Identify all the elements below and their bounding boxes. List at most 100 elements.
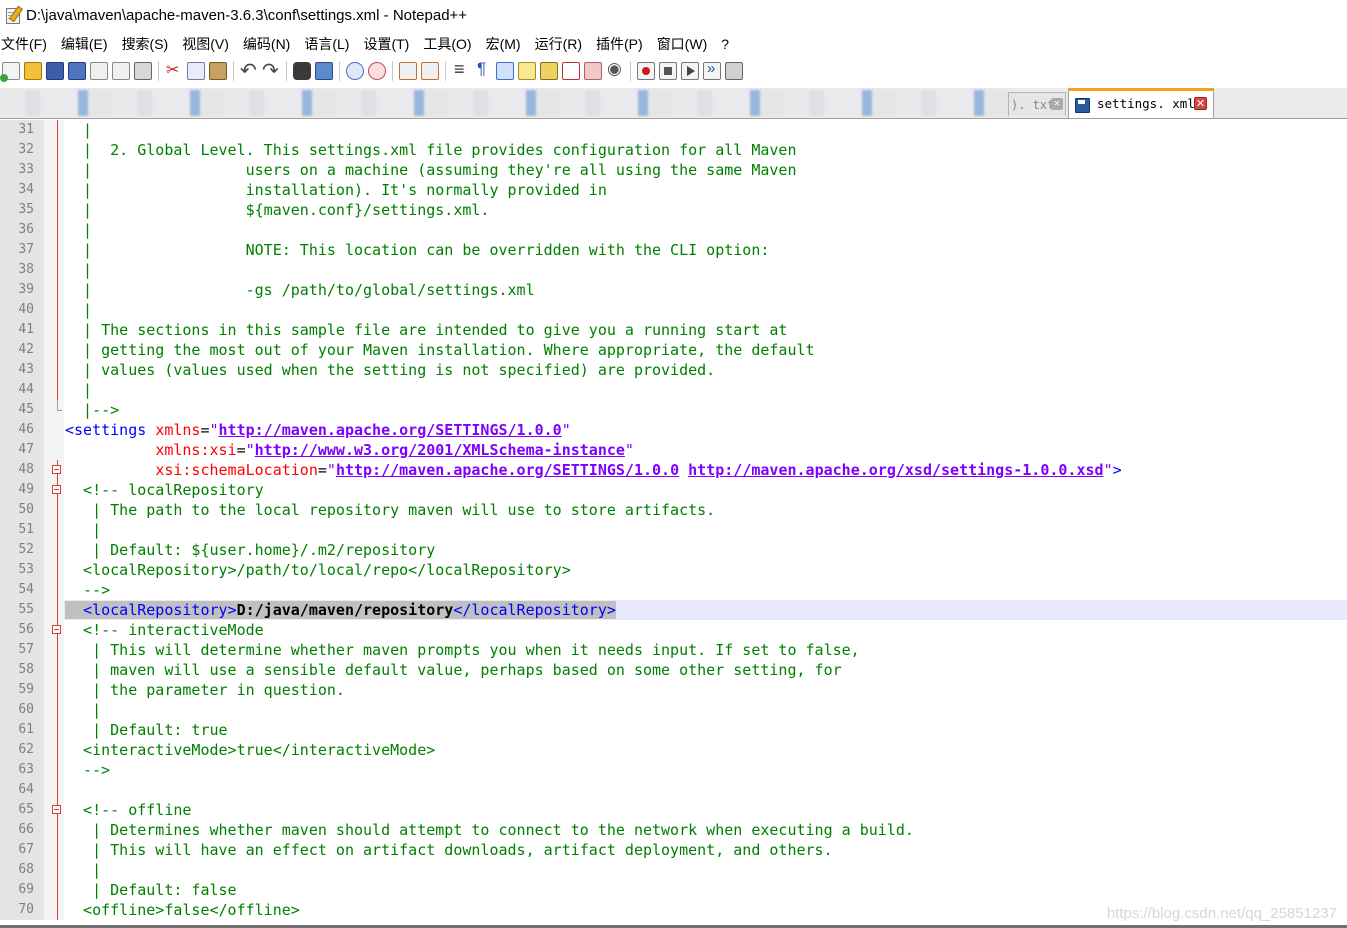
code-line[interactable]: 42 | getting the most out of your Maven … xyxy=(0,340,1347,360)
menu-language[interactable]: 语言(L) xyxy=(304,34,349,54)
code-line[interactable]: 44 | xyxy=(0,380,1347,400)
code-line[interactable]: 68 | xyxy=(0,860,1347,880)
code-line[interactable]: 64 xyxy=(0,780,1347,800)
code-line[interactable]: 41 | The sections in this sample file ar… xyxy=(0,320,1347,340)
run-macro-multiple-icon[interactable] xyxy=(703,60,721,80)
code-line[interactable]: 54 --> xyxy=(0,580,1347,600)
fold-margin[interactable] xyxy=(44,480,64,500)
code-line[interactable]: 69 | Default: false xyxy=(0,880,1347,900)
function-list-icon[interactable] xyxy=(562,62,580,80)
menu-window[interactable]: 窗口(W) xyxy=(657,34,708,54)
menu-plugins[interactable]: 插件(P) xyxy=(596,34,643,54)
word-wrap-icon[interactable] xyxy=(452,59,470,80)
code-line[interactable]: 39 | -gs /path/to/global/settings.xml xyxy=(0,280,1347,300)
user-defined-language-icon[interactable] xyxy=(518,62,536,80)
close-file-icon[interactable] xyxy=(90,62,108,80)
fold-minus-icon[interactable] xyxy=(52,805,61,814)
indent-guide-icon[interactable] xyxy=(496,62,514,80)
save-all-icon[interactable] xyxy=(68,62,86,80)
code-line[interactable]: 63 --> xyxy=(0,760,1347,780)
menu-search[interactable]: 搜索(S) xyxy=(122,34,169,54)
copy-icon[interactable] xyxy=(187,62,205,80)
code-line[interactable]: 45 |--> xyxy=(0,400,1347,420)
code-line[interactable]: 60 | xyxy=(0,700,1347,720)
code-line[interactable]: 48 xsi:schemaLocation="http://maven.apac… xyxy=(0,460,1347,480)
code-line[interactable]: 31 | xyxy=(0,120,1347,140)
tab-settings-xml[interactable]: settings. xml ✕ xyxy=(1068,88,1214,118)
fold-minus-icon[interactable] xyxy=(52,625,61,634)
code-line[interactable]: 49 <!-- localRepository xyxy=(0,480,1347,500)
code-line[interactable]: 58 | maven will use a sensible default v… xyxy=(0,660,1347,680)
menu-run[interactable]: 运行(R) xyxy=(535,34,582,54)
close-all-icon[interactable] xyxy=(112,62,130,80)
find-icon[interactable] xyxy=(293,62,311,80)
fold-margin[interactable] xyxy=(44,800,64,820)
menu-file[interactable]: 文件(F) xyxy=(1,34,47,54)
menu-settings[interactable]: 设置(T) xyxy=(363,34,409,54)
save-icon[interactable] xyxy=(46,62,64,80)
code-line[interactable]: 53 <localRepository>/path/to/local/repo<… xyxy=(0,560,1347,580)
code-line[interactable]: 32 | 2. Global Level. This settings.xml … xyxy=(0,140,1347,160)
code-line[interactable]: 43 | values (values used when the settin… xyxy=(0,360,1347,380)
save-macro-icon[interactable] xyxy=(725,62,743,80)
sync-vertical-scroll-icon[interactable] xyxy=(399,62,417,80)
code-line[interactable]: 34 | installation). It's normally provid… xyxy=(0,180,1347,200)
stop-recording-icon[interactable] xyxy=(659,62,677,80)
token-url[interactable]: http://www.w3.org/2001/XMLSchema-instanc… xyxy=(255,441,625,459)
token-url[interactable]: http://maven.apache.org/SETTINGS/1.0.0 xyxy=(336,461,679,479)
code-line[interactable]: 51 | xyxy=(0,520,1347,540)
undo-icon[interactable] xyxy=(240,58,258,83)
close-icon[interactable]: ✕ xyxy=(1051,98,1063,110)
menu-view[interactable]: 视图(V) xyxy=(182,34,229,54)
code-line[interactable]: 37 | NOTE: This location can be overridd… xyxy=(0,240,1347,260)
menu-macro[interactable]: 宏(M) xyxy=(486,34,521,54)
code-line[interactable]: 59 | the parameter in question. xyxy=(0,680,1347,700)
token-url[interactable]: http://maven.apache.org/xsd/settings-1.0… xyxy=(688,461,1103,479)
redo-icon[interactable] xyxy=(262,58,280,83)
open-folder-icon[interactable] xyxy=(24,62,42,80)
code-line[interactable]: 47 xmlns:xsi="http://www.w3.org/2001/XML… xyxy=(0,440,1347,460)
code-line[interactable]: 57 | This will determine whether maven p… xyxy=(0,640,1347,660)
current-line[interactable]: 55 <localRepository>D:/java/maven/reposi… xyxy=(0,600,1347,620)
fold-margin[interactable] xyxy=(44,620,64,640)
code-line[interactable]: 50 | The path to the local repository ma… xyxy=(0,500,1347,520)
code-line[interactable]: 40 | xyxy=(0,300,1347,320)
show-all-characters-icon[interactable] xyxy=(474,59,492,80)
tab-partial-txt[interactable]: ). txt ✕ xyxy=(1008,92,1066,116)
menu-encoding[interactable]: 编码(N) xyxy=(243,34,290,54)
code-line[interactable]: 46 <settings xmlns="http://maven.apache.o… xyxy=(0,420,1347,440)
zoom-in-icon[interactable] xyxy=(346,62,364,80)
code-line[interactable]: 67 | This will have an effect on artifac… xyxy=(0,840,1347,860)
code-line[interactable]: 65 <!-- offline xyxy=(0,800,1347,820)
print-icon[interactable] xyxy=(134,62,152,80)
code-line[interactable]: 35 | ${maven.conf}/settings.xml. xyxy=(0,200,1347,220)
new-file-icon[interactable] xyxy=(0,62,20,82)
monitoring-eye-icon[interactable] xyxy=(606,59,624,80)
folder-as-workspace-icon[interactable] xyxy=(584,62,602,80)
cut-icon[interactable] xyxy=(165,60,183,80)
code-line[interactable]: 56 <!-- interactiveMode xyxy=(0,620,1347,640)
close-icon[interactable]: ✕ xyxy=(1194,97,1207,110)
menu-help[interactable]: ? xyxy=(721,36,729,52)
record-macro-icon[interactable] xyxy=(637,62,655,80)
fold-minus-icon[interactable] xyxy=(52,465,61,474)
code-line[interactable]: 66 | Determines whether maven should att… xyxy=(0,820,1347,840)
paste-icon[interactable] xyxy=(209,62,227,80)
fold-minus-icon[interactable] xyxy=(52,485,61,494)
code-line[interactable]: 52 | Default: ${user.home}/.m2/repositor… xyxy=(0,540,1347,560)
document-map-icon[interactable] xyxy=(540,62,558,80)
fold-margin[interactable] xyxy=(44,460,64,480)
code-line[interactable]: 38 | xyxy=(0,260,1347,280)
code-line[interactable]: 36 | xyxy=(0,220,1347,240)
code-line[interactable]: 33 | users on a machine (assuming they'r… xyxy=(0,160,1347,180)
playback-macro-icon[interactable] xyxy=(681,62,699,80)
token-url[interactable]: http://maven.apache.org/SETTINGS/1.0.0 xyxy=(219,421,562,439)
menu-edit[interactable]: 编辑(E) xyxy=(61,34,108,54)
editor-area[interactable]: 31 | 32 | 2. Global Level. This settings.… xyxy=(0,120,1347,928)
zoom-out-icon[interactable] xyxy=(368,62,386,80)
sync-horizontal-scroll-icon[interactable] xyxy=(421,62,439,80)
code-line[interactable]: 61 | Default: true xyxy=(0,720,1347,740)
menu-tools[interactable]: 工具(O) xyxy=(423,34,471,54)
replace-icon[interactable] xyxy=(315,62,333,80)
code-line[interactable]: 62 <interactiveMode>true</interactiveMod… xyxy=(0,740,1347,760)
